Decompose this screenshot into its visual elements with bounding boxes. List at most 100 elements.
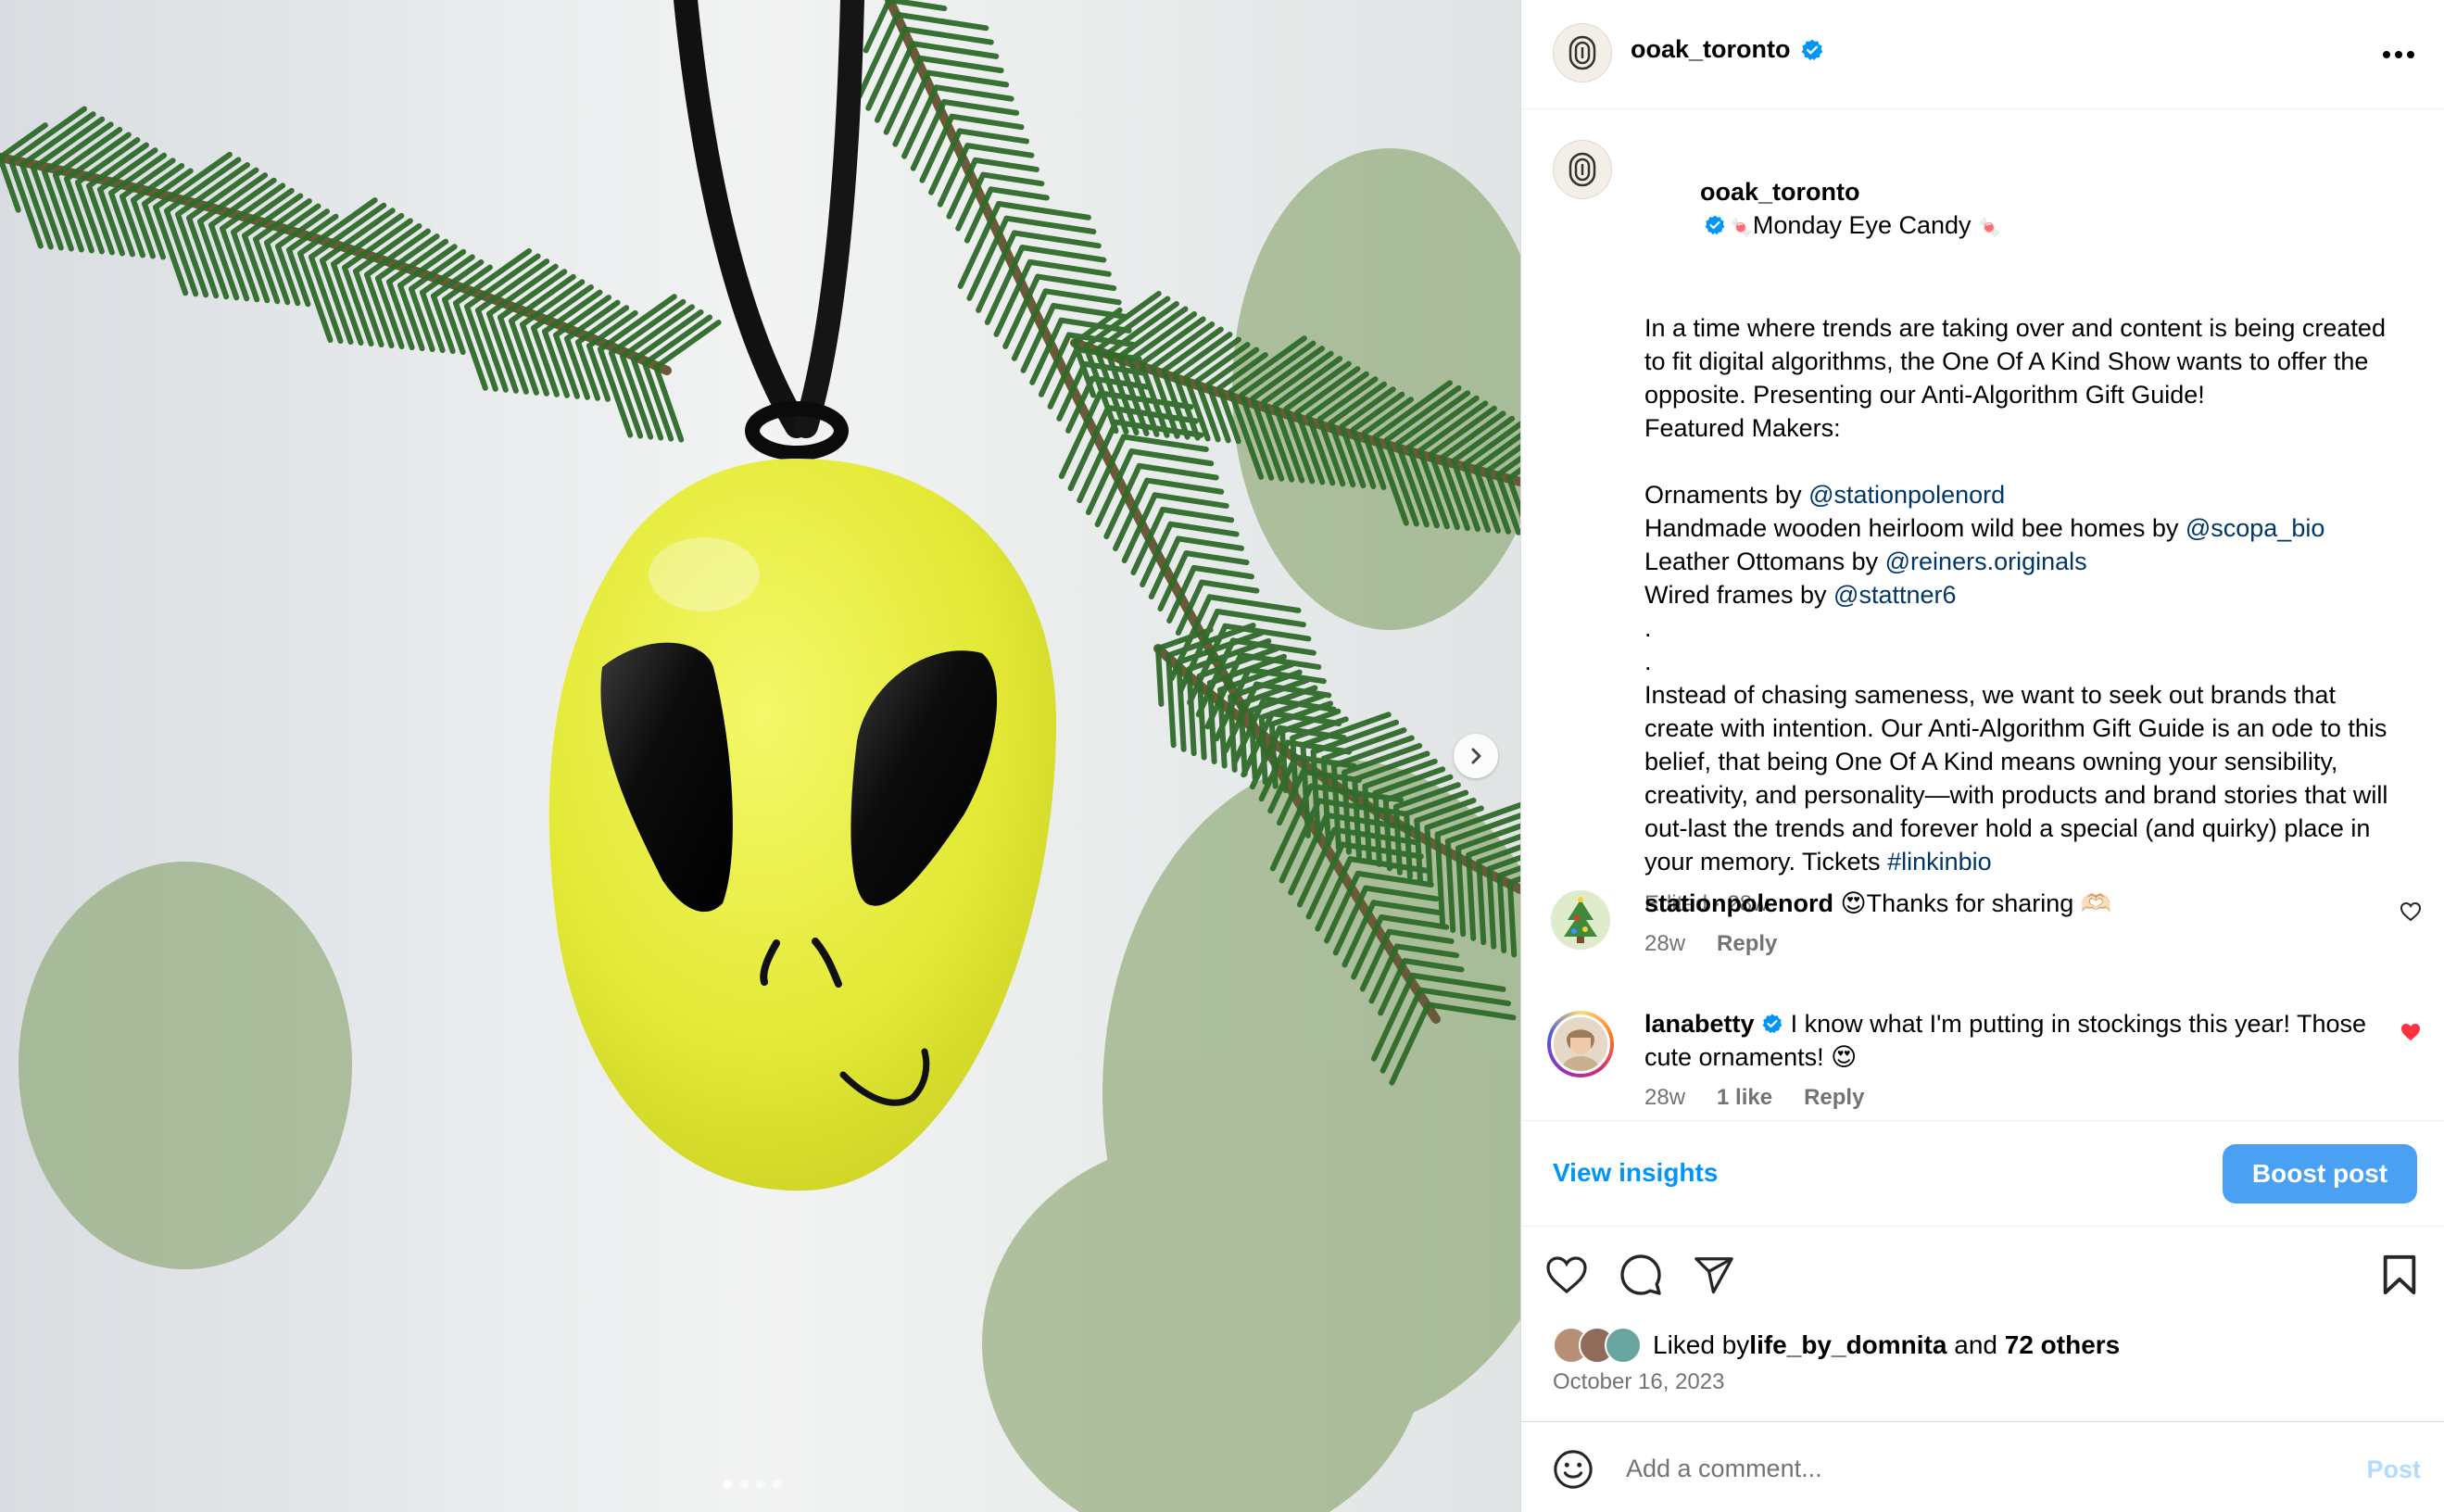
- carousel-indicator: [723, 1480, 782, 1489]
- comment-time: 28w: [1644, 931, 1686, 956]
- reply-button[interactable]: Reply: [1717, 927, 1777, 961]
- ooak-logo-icon: [1568, 152, 1596, 187]
- pine-needle: [1290, 735, 1299, 798]
- maker-text: Ornaments by: [1644, 481, 1809, 509]
- comment-body: stationpolenord 😍Thanks for sharing 🫶🏻 2…: [1644, 887, 2367, 961]
- comment-button[interactable]: [1618, 1252, 1664, 1298]
- carousel-dot: [723, 1480, 732, 1489]
- carousel-dot: [739, 1480, 749, 1489]
- comment-input[interactable]: [1626, 1443, 2302, 1494]
- post-media: [0, 0, 1520, 1512]
- liker-avatars: [1553, 1327, 1642, 1364]
- comment-like-button[interactable]: [2397, 1018, 2425, 1046]
- caption-featured-label: Featured Makers:: [1644, 414, 1841, 442]
- carousel-dot: [773, 1480, 782, 1489]
- heart-icon: [2400, 901, 2422, 922]
- comment-icon: [1620, 1254, 1661, 1295]
- mention-link[interactable]: @scopa_bio: [2186, 514, 2325, 542]
- comment-body: lanabetty I know what I'm putting in sto…: [1644, 1007, 2367, 1115]
- mention-link[interactable]: @stationpolenord: [1808, 481, 2005, 509]
- caption-paragraph: In a time where trends are taking over a…: [1644, 314, 2393, 409]
- caption-paragraph-text: Instead of chasing sameness, we want to …: [1644, 681, 2395, 876]
- post-date: October 16, 2023: [1553, 1369, 1725, 1394]
- maker-line: Handmade wooden heirloom wild bee homes …: [1644, 511, 2404, 545]
- likes-prefix: Liked by: [1653, 1330, 1750, 1359]
- send-icon: [1694, 1257, 1733, 1294]
- post-header: ooak_toronto: [1521, 0, 2444, 109]
- caption-dot: .: [1644, 648, 1652, 675]
- likes-others[interactable]: 72 others: [2005, 1330, 2121, 1360]
- like-button[interactable]: [1543, 1252, 1590, 1298]
- comment-text: 😍Thanks for sharing 🫶🏻: [1840, 889, 2112, 917]
- mention-link[interactable]: @stattner6: [1833, 581, 1956, 609]
- post-actions: [1521, 1227, 2444, 1310]
- pine-needle: [1155, 646, 1165, 707]
- likes-summary[interactable]: Liked by life_by_domnita and 72 others: [1553, 1325, 2120, 1366]
- bookmark-icon: [2383, 1254, 2416, 1295]
- pine-needle: [1268, 721, 1279, 789]
- post-caption: ooak_toronto 🍬Monday Eye Candy 🍬 In a ti…: [1644, 142, 2404, 921]
- comment-username[interactable]: stationpolenord: [1644, 889, 1833, 917]
- liker-avatar: [1605, 1327, 1642, 1364]
- pine-needle: [1424, 825, 1433, 888]
- comment-meta: 28w Reply: [1644, 927, 2367, 961]
- maker-text: Handmade wooden heirloom wild bee homes …: [1644, 514, 2186, 542]
- comment-username[interactable]: lanabetty: [1644, 1010, 1755, 1038]
- caption-paragraph: Instead of chasing sameness, we want to …: [1644, 678, 2404, 878]
- insights-bar: View insights Boost post: [1521, 1120, 2444, 1227]
- comment-like-button[interactable]: [2397, 898, 2425, 926]
- caption-first-line: ooak_toronto 🍬Monday Eye Candy 🍬: [1644, 142, 2404, 278]
- christmas-tree-avatar-icon: [1551, 890, 1610, 950]
- view-insights-link[interactable]: View insights: [1553, 1158, 1718, 1188]
- comments-scroll-area[interactable]: ooak_toronto 🍬Monday Eye Candy 🍬 In a ti…: [1521, 110, 2444, 1120]
- comment-avatar-story-ring[interactable]: [1547, 1011, 1614, 1077]
- caption-dot: .: [1644, 614, 1652, 642]
- verified-badge-icon: [1705, 215, 1725, 235]
- save-button[interactable]: [2376, 1252, 2423, 1298]
- maker-text: Leather Ottomans by: [1644, 548, 1885, 575]
- pine-needle: [1382, 797, 1392, 872]
- heart-icon: [1546, 1256, 1587, 1294]
- likes-middle: and: [1946, 1330, 2005, 1359]
- ornament-photo: [0, 0, 1520, 1512]
- add-comment-bar: Post: [1521, 1421, 2444, 1512]
- person-avatar-icon: [1554, 1017, 1607, 1071]
- carousel-dot: [756, 1480, 765, 1489]
- likes-user[interactable]: life_by_domnita: [1749, 1330, 1946, 1360]
- post-side-panel: ooak_toronto ooak_toronto 🍬Monday Eye Ca…: [1520, 0, 2444, 1512]
- maker-line: Leather Ottomans by @reiners.originals: [1644, 545, 2404, 578]
- verified-badge-icon: [1801, 39, 1822, 60]
- share-button[interactable]: [1691, 1252, 1737, 1298]
- pine-needle: [1258, 714, 1268, 786]
- verified-badge-icon: [1762, 1014, 1783, 1034]
- ooak-logo-icon: [1568, 35, 1596, 70]
- profile-avatar[interactable]: [1553, 23, 1612, 82]
- pine-needle: [1414, 817, 1423, 884]
- maker-line: Wired frames by @stattner6: [1644, 578, 2404, 611]
- chevron-right-icon: [1471, 748, 1481, 764]
- header-username[interactable]: ooak_toronto: [1631, 35, 1791, 64]
- post-comment-button[interactable]: Post: [2366, 1455, 2421, 1484]
- pine-needle: [1404, 811, 1413, 880]
- caption-username[interactable]: ooak_toronto: [1700, 178, 1860, 206]
- caption-headline: Monday Eye Candy: [1752, 211, 1972, 239]
- comment-avatar[interactable]: [1551, 890, 1610, 950]
- comment-avatar: [1551, 1014, 1610, 1074]
- candy-emoji: 🍬: [1730, 218, 1753, 238]
- maker-text: Wired frames by: [1644, 581, 1834, 609]
- pine-needle: [1392, 803, 1403, 876]
- heart-filled-icon: [2401, 1024, 2420, 1040]
- hashtag-link[interactable]: #linkinbio: [1887, 848, 1992, 876]
- boost-post-button[interactable]: Boost post: [2223, 1144, 2417, 1203]
- next-image-button[interactable]: [1454, 734, 1498, 778]
- more-horizontal-icon: [2383, 51, 2414, 58]
- emoji-icon[interactable]: [1552, 1448, 1594, 1491]
- caption-avatar[interactable]: [1553, 140, 1612, 199]
- reply-button[interactable]: Reply: [1804, 1081, 1864, 1115]
- comment-meta: 28w 1 like Reply: [1644, 1081, 2367, 1115]
- more-options-button[interactable]: [2380, 41, 2417, 69]
- pine-needle: [1279, 728, 1289, 794]
- candy-emoji: 🍬: [1978, 218, 2001, 238]
- mention-link[interactable]: @reiners.originals: [1885, 548, 2087, 575]
- comment-like-count[interactable]: 1 like: [1717, 1081, 1772, 1115]
